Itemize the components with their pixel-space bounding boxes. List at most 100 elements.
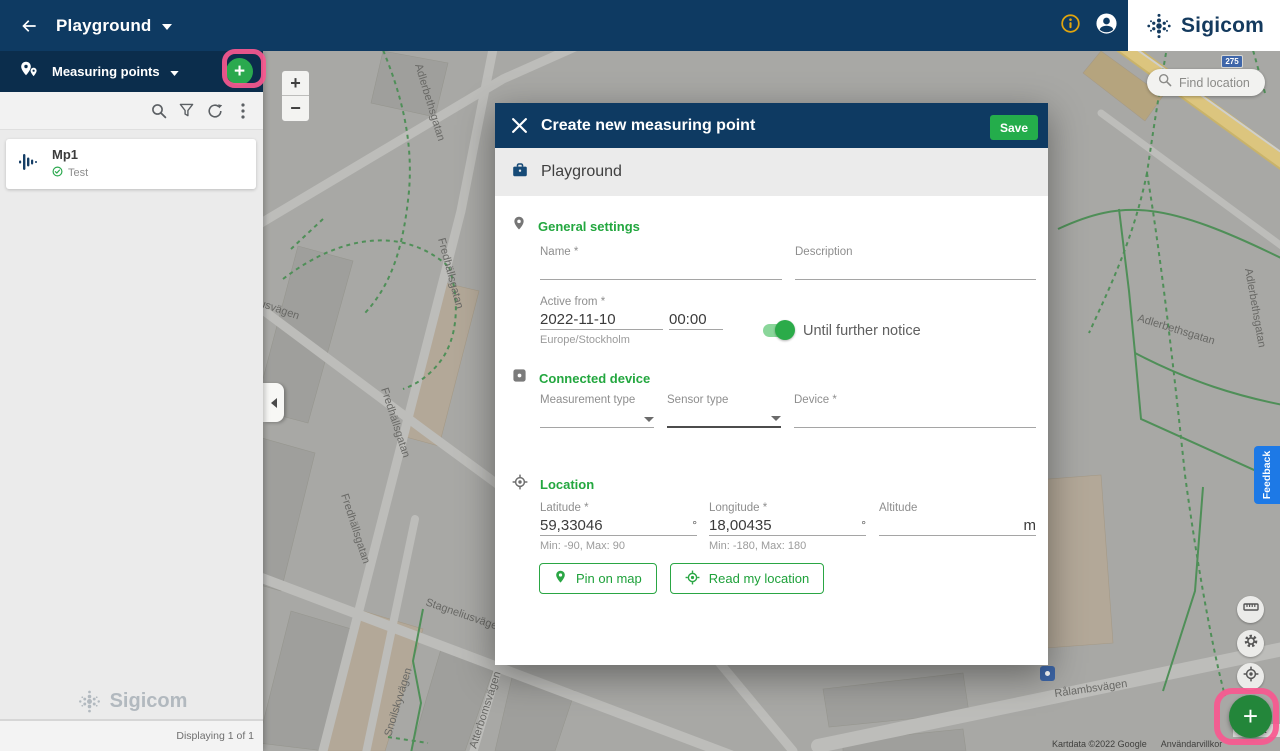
map-poi-icon[interactable] xyxy=(1040,666,1055,681)
account-icon[interactable] xyxy=(1095,12,1118,40)
dialog-title: Create new measuring point xyxy=(541,117,755,135)
status-check-icon xyxy=(52,164,63,182)
degree-suffix: ° xyxy=(692,518,697,532)
create-measuring-point-dialog: Create new measuring point Save Playgrou… xyxy=(495,103,1048,665)
section-title: General settings xyxy=(538,219,640,234)
zoom-in-button[interactable]: + xyxy=(282,71,309,96)
meters-suffix: m xyxy=(1024,517,1037,534)
sidebar-header: Measuring points + xyxy=(0,51,263,92)
search-icon[interactable] xyxy=(150,102,167,119)
status-badge: Test xyxy=(68,167,88,179)
crosshair-icon xyxy=(685,570,700,588)
zoom-out-button[interactable]: − xyxy=(282,96,309,121)
feedback-tab[interactable]: Feedback xyxy=(1254,446,1280,504)
crosshair-icon xyxy=(1243,666,1259,687)
refresh-icon[interactable] xyxy=(206,102,223,119)
map-settings-button[interactable] xyxy=(1237,630,1264,657)
locate-me-button[interactable] xyxy=(1237,663,1264,690)
brand-logo: Sigicom xyxy=(1128,0,1280,51)
top-app-bar: Playground xyxy=(0,0,1280,51)
gear-icon xyxy=(1243,633,1259,654)
sidebar-footer-logo: Sigicom xyxy=(0,683,263,719)
ruler-icon xyxy=(1243,599,1259,620)
chevron-left-icon xyxy=(271,398,277,408)
device-field[interactable]: Device * xyxy=(794,394,1036,428)
chevron-down-icon[interactable] xyxy=(170,63,179,81)
sensor-type-select[interactable]: Sensor type xyxy=(667,394,781,428)
find-location-search[interactable]: Find location xyxy=(1147,69,1265,96)
toggle-knob xyxy=(775,320,795,340)
list-toolbar xyxy=(0,92,263,130)
brand-name: Sigicom xyxy=(1181,14,1264,38)
degree-suffix: ° xyxy=(861,518,866,532)
measuring-point-list: Mp1 Test xyxy=(0,130,263,683)
measuring-point-name: Mp1 xyxy=(52,147,88,162)
add-measuring-point-button[interactable]: + xyxy=(226,58,253,85)
kebab-menu-icon[interactable] xyxy=(234,102,251,119)
back-button[interactable] xyxy=(18,15,40,37)
info-icon[interactable] xyxy=(1060,13,1081,39)
sigicom-dots-icon xyxy=(76,688,103,715)
pin-on-map-button[interactable]: Pin on map xyxy=(539,563,657,594)
briefcase-icon xyxy=(512,162,528,183)
description-input[interactable] xyxy=(795,260,1036,280)
location-section: Location xyxy=(495,476,1048,492)
map-attribution: Kartdata ©2022 Google Användarvillkor xyxy=(1052,739,1222,749)
search-icon xyxy=(1158,73,1172,92)
name-input[interactable] xyxy=(540,260,782,280)
measurement-type-select[interactable]: Measurement type xyxy=(540,394,654,428)
sidebar: Measuring points + Mp1 xyxy=(0,51,263,751)
chevron-down-icon xyxy=(644,417,654,422)
name-field[interactable]: Name * xyxy=(540,246,782,280)
chevron-down-icon[interactable] xyxy=(162,17,172,35)
sidebar-collapse-handle[interactable] xyxy=(263,383,284,422)
latitude-input[interactable]: 59,33046 xyxy=(540,517,692,534)
close-icon[interactable] xyxy=(511,117,528,134)
find-location-placeholder: Find location xyxy=(1179,76,1250,90)
until-further-notice-toggle[interactable] xyxy=(763,324,792,337)
place-pin-icon xyxy=(512,215,526,237)
time-input[interactable]: 00:00 xyxy=(669,310,723,330)
read-my-location-button[interactable]: Read my location xyxy=(670,563,824,594)
device-input[interactable] xyxy=(794,408,1036,428)
general-settings-section: General settings xyxy=(495,218,1048,234)
measuring-points-icon xyxy=(19,61,38,83)
active-from-date-input[interactable]: 2022-11-10 xyxy=(540,310,663,330)
measure-tool-button[interactable] xyxy=(1237,596,1264,623)
add-measuring-point-fab[interactable]: + xyxy=(1229,695,1272,738)
arrow-left-icon xyxy=(19,16,39,36)
dialog-header: Create new measuring point Save xyxy=(495,103,1048,148)
toggle-label: Until further notice xyxy=(803,323,921,339)
chevron-down-icon xyxy=(771,416,781,421)
project-name: Playground xyxy=(541,163,622,181)
filter-icon[interactable] xyxy=(178,102,195,119)
timezone-helper: Europe/Stockholm xyxy=(540,334,663,346)
longitude-input[interactable]: 18,00435 xyxy=(709,517,861,534)
panel-title[interactable]: Measuring points xyxy=(52,64,160,79)
altitude-field[interactable]: Altitude m xyxy=(879,502,1036,552)
crosshair-icon xyxy=(512,474,528,495)
map-zoom-control[interactable]: + − xyxy=(281,70,310,122)
terms-link[interactable]: Användarvillkor xyxy=(1161,739,1223,749)
longitude-field[interactable]: Longitude * 18,00435° Min: -180, Max: 18… xyxy=(709,502,866,552)
list-item-mp1[interactable]: Mp1 Test xyxy=(6,139,256,189)
list-count-bar: Displaying 1 of 1 xyxy=(0,719,263,751)
connected-device-section: Connected device xyxy=(495,370,1048,386)
project-row: Playground xyxy=(495,148,1048,196)
description-field[interactable]: Description xyxy=(795,246,1036,280)
displaying-count: Displaying 1 of 1 xyxy=(176,730,254,742)
active-from-field[interactable]: Active from * 2022-11-10 Europe/Stockhol… xyxy=(540,296,663,346)
plus-icon: + xyxy=(1243,703,1258,729)
brand-name: Sigicom xyxy=(110,690,188,713)
save-button[interactable]: Save xyxy=(990,115,1038,140)
device-icon xyxy=(512,368,527,388)
route-275-badge: 275 xyxy=(1221,55,1243,68)
sigicom-dots-icon xyxy=(1144,11,1174,41)
active-from-time-field[interactable]: 00:00 xyxy=(669,296,723,346)
map-pin-icon xyxy=(554,569,567,588)
vibration-icon xyxy=(19,151,39,178)
project-title[interactable]: Playground xyxy=(56,16,152,36)
section-title: Connected device xyxy=(539,371,650,386)
latitude-field[interactable]: Latitude * 59,33046° Min: -90, Max: 90 xyxy=(540,502,697,552)
map-copyright: Kartdata ©2022 Google xyxy=(1052,739,1147,749)
